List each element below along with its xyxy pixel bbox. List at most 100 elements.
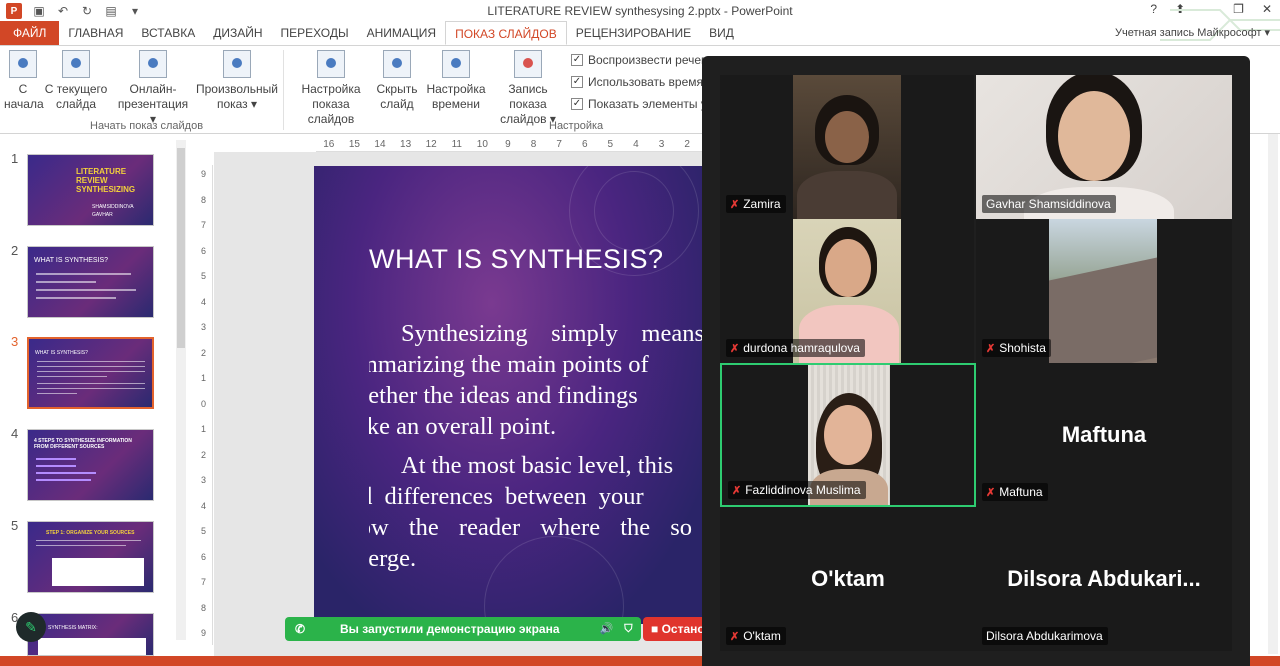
slide-text-line: summarizing the main points of — [369, 351, 649, 378]
record-slideshow-button[interactable]: Запись показа слайдов ▾ — [488, 50, 568, 127]
thumbnail-text-line — [36, 540, 141, 541]
slide-thumbnail-3[interactable]: WHAT IS SYNTHESIS? — [27, 337, 154, 409]
use-timings-checkbox[interactable]: ✓ Использовать время — [571, 75, 703, 89]
tab-view[interactable]: ВИД — [700, 21, 743, 45]
stop-sharing-button[interactable]: ■ Остановить — [643, 617, 707, 641]
participant-tile-oktam[interactable]: O'ktam ✗ O'ktam — [720, 507, 976, 651]
slide-body-text[interactable]: Synthesizing simply means summarizing th… — [369, 318, 709, 582]
tab-insert[interactable]: ВСТАВКА — [132, 21, 204, 45]
tab-design[interactable]: ДИЗАЙН — [204, 21, 271, 45]
tab-home[interactable]: ГЛАВНАЯ — [59, 21, 132, 45]
thumbnail-text-line — [37, 361, 145, 362]
thumbnails-scrollbar[interactable] — [176, 140, 186, 640]
stopwatch-icon — [442, 50, 470, 78]
thumbnail-subtitle: SHAMSIDDINOVA GAVHAR — [92, 204, 134, 218]
mic-muted-icon: ✗ — [730, 342, 740, 355]
thumbnail-title: SYNTHESIS MATRIX: — [48, 625, 98, 631]
participant-tile-maftuna[interactable]: Maftuna ✗ Maftuna — [976, 363, 1232, 507]
slide-thumbnail-4[interactable]: 4 STEPS TO SYNTHESIZE INFORMATION FROM D… — [27, 429, 154, 501]
slide-thumbnail-5[interactable]: STEP 1: ORGANIZE YOUR SOURCES — [27, 521, 154, 593]
ruler-tick-label: 14 — [374, 139, 386, 150]
rehearse-timings-button[interactable]: Настройка времени — [425, 50, 487, 112]
slide-text-line: At the most basic level, this — [401, 452, 674, 479]
tab-transitions[interactable]: ПЕРЕХОДЫ — [272, 21, 358, 45]
screen: P ▣ ↶ ↻ ▤ ▾ LITERATURE REVIEW synthesysi… — [0, 0, 1280, 666]
participant-display-name: Dilsora Abdukari... — [1007, 566, 1201, 591]
from-beginning-button[interactable]: С начала — [4, 50, 44, 112]
share-phone-icon[interactable]: ✆ — [285, 622, 315, 636]
participant-tile-gavhar[interactable]: Gavhar Shamsiddinova — [976, 75, 1232, 219]
ruler-tick-label: 6 — [581, 139, 588, 150]
tab-file[interactable]: ФАЙЛ — [0, 21, 60, 45]
thumbnail-title: 4 STEPS TO SYNTHESIZE INFORMATION FROM D… — [34, 438, 132, 450]
thumbnail-text-line — [36, 289, 136, 291]
thumbnail-number: 2 — [11, 243, 19, 258]
slide-title[interactable]: WHAT IS SYNTHESIS? — [369, 244, 664, 275]
thumbnail-number: 5 — [11, 518, 19, 533]
tab-review[interactable]: РЕЦЕНЗИРОВАНИЕ — [567, 21, 700, 45]
thumbnail-text-line — [37, 383, 145, 384]
ruler-tick-label: 9 — [201, 169, 207, 179]
ruler-tick-label: 1 — [201, 373, 207, 383]
label-line2: показа слайдов — [307, 97, 355, 126]
participant-tile-dilsora[interactable]: Dilsora Abdukari... Dilsora Abdukarimova — [976, 507, 1232, 651]
globe-icon — [139, 50, 167, 78]
participant-name-label: ✗ durdona hamraqulova — [726, 339, 865, 357]
mic-muted-icon: ✗ — [730, 198, 740, 211]
custom-show-button[interactable]: Произвольный показ ▾ — [194, 50, 280, 112]
slide-thumbnail-1[interactable]: LITERATURE REVIEW SYNTHESIZING SHAMSIDDI… — [27, 154, 154, 226]
person-face — [825, 111, 869, 163]
ruler-tick-label: 12 — [425, 139, 437, 150]
slide-thumbnail-6[interactable]: SYNTHESIS MATRIX: — [27, 613, 154, 656]
tab-animations[interactable]: АНИМАЦИЯ — [358, 21, 445, 45]
participant-name: Zamira — [743, 197, 781, 211]
ruler-tick-label: 3 — [201, 322, 207, 332]
setup-slideshow-button[interactable]: Настройка показа слайдов — [288, 50, 374, 127]
shield-icon[interactable]: ⛉ — [624, 623, 632, 635]
slide-text-line: Synthesizing simply means — [401, 320, 704, 347]
label-line1: Скрыть — [376, 82, 418, 96]
share-controls: 🔊 ⛉ — [591, 622, 641, 636]
person-face — [825, 239, 871, 297]
annotate-pen-icon[interactable]: ✎ — [16, 612, 46, 642]
participant-tile-zamira[interactable]: ✗ Zamira — [720, 75, 974, 219]
participant-name: Dilsora Abdukarimova — [986, 629, 1103, 643]
ruler-tick-label: 8 — [201, 602, 207, 613]
account-menu[interactable]: Учетная запись Майкрософт ▾ — [1115, 26, 1270, 39]
ruler-tick-label: 9 — [201, 628, 207, 638]
ruler-tick-label: 7 — [201, 577, 207, 587]
person-face — [824, 405, 872, 465]
present-online-button[interactable]: Онлайн- презентация ▾ — [114, 50, 192, 127]
current-slide[interactable]: WHAT IS SYNTHESIS? Synthesizing simply m… — [314, 166, 709, 624]
group-separator — [283, 50, 284, 130]
thumbnail-title: STEP 1: ORGANIZE YOUR SOURCES — [46, 530, 135, 536]
participant-tile-durdona[interactable]: ✗ durdona hamraqulova — [720, 219, 974, 363]
speaker-icon[interactable]: 🔊 — [599, 623, 613, 635]
screen-share-bar: ✆ Вы запустили демонстрацию экрана 🔊 ⛉ — [285, 617, 641, 641]
help-button[interactable]: ? — [1150, 2, 1157, 16]
mic-muted-icon: ✗ — [730, 630, 740, 643]
tab-slideshow[interactable]: ПОКАЗ СЛАЙДОВ — [445, 21, 567, 45]
person-body — [797, 171, 897, 219]
slide-thumbnail-2[interactable]: WHAT IS SYNTHESIS? — [27, 246, 154, 318]
participant-tile-fazliddinova[interactable]: ✗ Fazliddinova Muslima — [720, 363, 976, 507]
scrollbar-thumb[interactable] — [177, 148, 185, 348]
thumbnail-text-line — [37, 376, 107, 377]
from-current-slide-button[interactable]: С текущего слайда — [44, 50, 108, 112]
thumbnail-text-line — [36, 479, 91, 481]
label-line1: Настройка — [426, 82, 486, 96]
video-call-panel: ✗ Zamira Gavhar Shamsiddinova ✗ durdona ha… — [702, 56, 1250, 666]
participant-name-label: ✗ O'ktam — [726, 627, 786, 645]
thumbnail-text-line — [36, 281, 96, 283]
participant-video — [1049, 219, 1157, 363]
ruler-tick-label: 5 — [607, 139, 614, 150]
window-scrollbar[interactable] — [1268, 134, 1278, 654]
horizontal-ruler: 16 15 14 13 12 11 10 9 8 7 6 5 4 3 2 — [316, 138, 706, 152]
label-line1: С — [18, 82, 28, 96]
play-narrations-checkbox[interactable]: ✓ Воспроизвести речевое — [571, 53, 721, 67]
thumbnail-text-line — [37, 366, 145, 367]
participant-tile-shohista[interactable]: ✗ Shohista — [976, 219, 1232, 363]
ruler-tick-label: 8 — [530, 139, 537, 150]
hide-slide-button[interactable]: Скрыть слайд — [376, 50, 418, 112]
ruler-tick-label: 4 — [201, 296, 207, 307]
